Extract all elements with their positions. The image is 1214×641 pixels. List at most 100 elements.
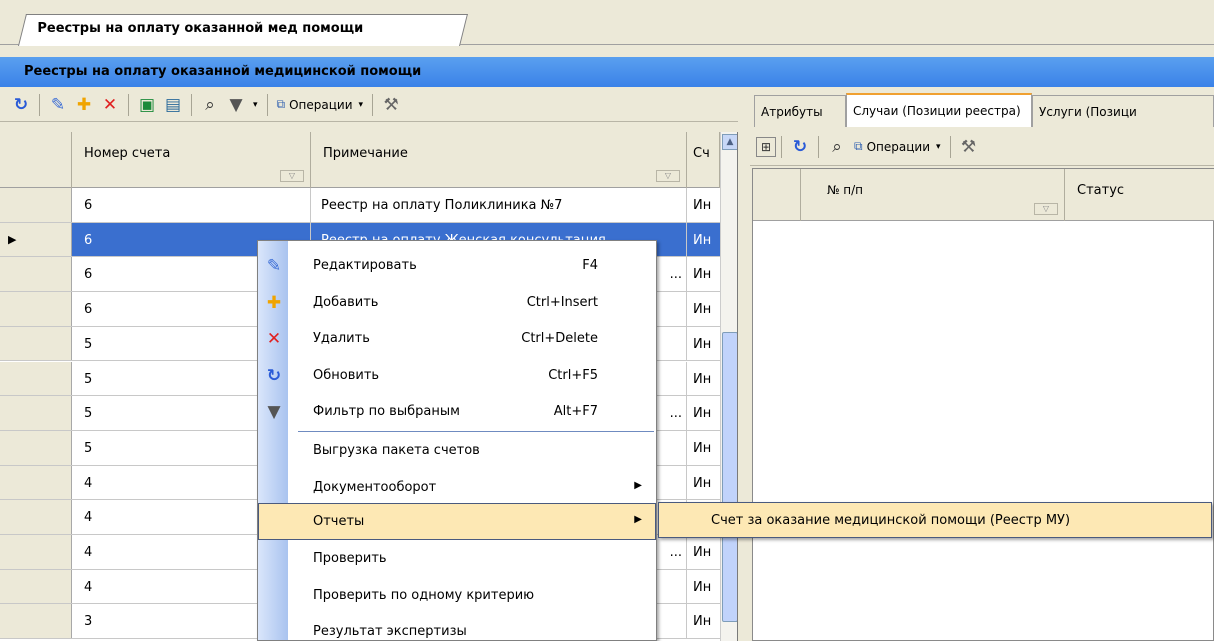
toolbar-separator bbox=[372, 93, 374, 116]
cell-sch: Ин bbox=[693, 336, 712, 352]
toolbar-separator bbox=[39, 93, 40, 116]
panel-title-bar: Реестры на оплату оказанной медицинской … bbox=[0, 57, 1214, 87]
row-indicator-header bbox=[753, 169, 801, 221]
tab-label: Случаи (Позиции реестра) bbox=[853, 104, 1021, 118]
vertical-scrollbar[interactable]: ▲ bbox=[720, 132, 737, 641]
save-all-icon[interactable]: ▤ bbox=[160, 92, 186, 118]
row-indicator bbox=[0, 257, 72, 292]
submenu-arrow-icon: ▶ bbox=[634, 514, 642, 525]
cell-sch: Ин bbox=[693, 406, 712, 422]
menu-item-shortcut: Ctrl+F5 bbox=[548, 367, 598, 383]
menu-item-label: Документооборот bbox=[313, 479, 437, 495]
column-header-account-number[interactable]: Номер счета ▽ bbox=[72, 132, 311, 188]
menu-item-label: Результат экспертизы bbox=[313, 624, 467, 639]
row-indicator bbox=[0, 361, 72, 396]
menu-item-expertise-result[interactable]: Результат экспертизы bbox=[258, 613, 656, 641]
menu-item-document-flow[interactable]: Документооборот ▶ bbox=[258, 469, 656, 506]
menu-item-check[interactable]: Проверить bbox=[258, 540, 656, 577]
menu-item-label: Удалить bbox=[313, 331, 370, 346]
column-header-label: Сч bbox=[693, 146, 710, 161]
menu-item-delete[interactable]: ✕ Удалить Ctrl+Delete bbox=[258, 320, 656, 357]
menu-item-label: Проверить bbox=[313, 551, 387, 566]
add-icon: ✚ bbox=[266, 292, 282, 313]
menu-item-label: Отчеты bbox=[313, 514, 365, 529]
table-row[interactable]: 6 Реестр на оплату Поликлиника №7 Ин bbox=[0, 188, 720, 223]
cell-note: Реестр на оплату Поликлиника №7 bbox=[311, 188, 687, 222]
menu-item-label: Проверить по одному критерию bbox=[313, 587, 535, 603]
reports-submenu[interactable]: Счет за оказание медицинской помощи (Рее… bbox=[658, 502, 1212, 538]
cell-sch: Ин bbox=[693, 545, 712, 560]
menu-item-label: Обновить bbox=[313, 367, 380, 383]
details-panel: Атрибуты Случаи (Позиции реестра) Услуги… bbox=[750, 93, 1214, 641]
menu-item-add[interactable]: ✚ Добавить Ctrl+Insert bbox=[258, 284, 656, 321]
sort-icon[interactable]: ▽ bbox=[1034, 203, 1058, 215]
column-header-sch[interactable]: Сч bbox=[687, 132, 720, 188]
tab-cases[interactable]: Случаи (Позиции реестра) bbox=[846, 93, 1032, 127]
toolbar-separator bbox=[266, 93, 268, 116]
find-icon[interactable]: ⌕ bbox=[197, 92, 223, 118]
save-icon[interactable]: ▣ bbox=[134, 92, 160, 118]
row-indicator bbox=[0, 604, 72, 639]
scroll-up-icon[interactable]: ▲ bbox=[722, 134, 737, 150]
menu-item-refresh[interactable]: ↻ Обновить Ctrl+F5 bbox=[258, 357, 656, 394]
row-indicator-header bbox=[0, 132, 72, 188]
find-icon[interactable]: ⌕ bbox=[824, 134, 850, 160]
menu-item-shortcut: Ctrl+Insert bbox=[526, 294, 598, 310]
menu-item-reports[interactable]: Отчеты ▶ bbox=[258, 503, 656, 540]
cell-sch: Ин bbox=[693, 302, 712, 318]
sort-icon[interactable]: ▽ bbox=[656, 170, 680, 182]
tab-attributes[interactable]: Атрибуты bbox=[754, 95, 846, 127]
operations-label: Операции bbox=[289, 97, 353, 112]
filter-icon: ▼ bbox=[267, 402, 281, 422]
refresh-icon[interactable]: ↻ bbox=[787, 134, 813, 160]
document-tab[interactable]: Реестры на оплату оказанной мед помощи bbox=[18, 14, 468, 46]
tools-icon[interactable]: ⚒ bbox=[956, 134, 982, 160]
right-toolbar: ⊞ ↻ ⌕ ⧉ Операции ▾ ⚒ bbox=[750, 128, 1214, 166]
filter-icon[interactable]: ▼ bbox=[223, 92, 249, 118]
tab-label: Атрибуты bbox=[761, 105, 823, 119]
operations-button[interactable]: ⧉ Операции ▾ bbox=[273, 92, 368, 118]
cell-sch: Ин bbox=[693, 579, 712, 595]
refresh-icon: ↻ bbox=[266, 365, 282, 386]
menu-item-filter-selected[interactable]: ▼ Фильтр по выбраным Alt+F7 bbox=[258, 393, 656, 430]
add-icon[interactable]: ✚ bbox=[71, 92, 97, 118]
menu-item-check-one-criterion[interactable]: Проверить по одному критерию bbox=[258, 577, 656, 614]
chevron-down-icon: ▾ bbox=[358, 99, 364, 110]
menu-item-label: Редактировать bbox=[313, 258, 417, 273]
menu-item-label: Фильтр по выбраным bbox=[313, 404, 460, 419]
tab-label: Услуги (Позици bbox=[1039, 105, 1137, 119]
tools-icon[interactable]: ⚒ bbox=[378, 92, 404, 118]
column-header-label: Номер счета bbox=[84, 146, 171, 161]
menu-item-export-invoices[interactable]: Выгрузка пакета счетов bbox=[258, 432, 656, 469]
document-tab-label: Реестры на оплату оказанной мед помощи bbox=[37, 21, 364, 36]
refresh-icon[interactable]: ↻ bbox=[8, 92, 34, 118]
filter-dropdown-icon[interactable]: ▾ bbox=[249, 92, 262, 118]
column-header-label: Примечание bbox=[323, 146, 408, 161]
cell-sch: Ин bbox=[693, 267, 712, 283]
cell-sch: Ин bbox=[693, 475, 712, 491]
row-indicator bbox=[0, 500, 72, 534]
delete-icon[interactable]: ✕ bbox=[97, 92, 123, 118]
sort-icon[interactable]: ▽ bbox=[280, 170, 304, 182]
panel-title: Реестры на оплату оказанной медицинской … bbox=[24, 64, 422, 79]
scrollbar-thumb[interactable] bbox=[722, 332, 737, 622]
toolbar-separator bbox=[818, 135, 819, 158]
column-header-note[interactable]: Примечание ▽ bbox=[311, 132, 687, 188]
operations-icon: ⧉ bbox=[276, 97, 286, 111]
row-indicator bbox=[0, 188, 72, 222]
tab-services[interactable]: Услуги (Позици bbox=[1032, 95, 1214, 127]
toolbar-separator bbox=[781, 135, 782, 158]
column-header-status[interactable]: Статус bbox=[1065, 169, 1214, 221]
document-tab-strip: Реестры на оплату оказанной мед помощи bbox=[0, 0, 1214, 46]
cell-sch: Ин bbox=[693, 198, 712, 213]
cell-sch: Ин bbox=[693, 371, 712, 387]
operations-label: Операции bbox=[866, 139, 930, 154]
select-all-icon[interactable]: ⊞ bbox=[756, 136, 776, 157]
current-row-icon: ▶ bbox=[8, 232, 17, 246]
edit-icon[interactable]: ✎ bbox=[45, 92, 71, 118]
submenu-item-invoice-report[interactable]: Счет за оказание медицинской помощи (Рее… bbox=[711, 513, 1070, 528]
menu-item-edit[interactable]: ✎ Редактировать F4 bbox=[258, 247, 656, 284]
column-header-number[interactable]: № п/п ▽ bbox=[801, 169, 1065, 221]
operations-icon: ⧉ bbox=[854, 139, 863, 153]
operations-button[interactable]: ⧉ Операции ▾ bbox=[850, 134, 945, 160]
